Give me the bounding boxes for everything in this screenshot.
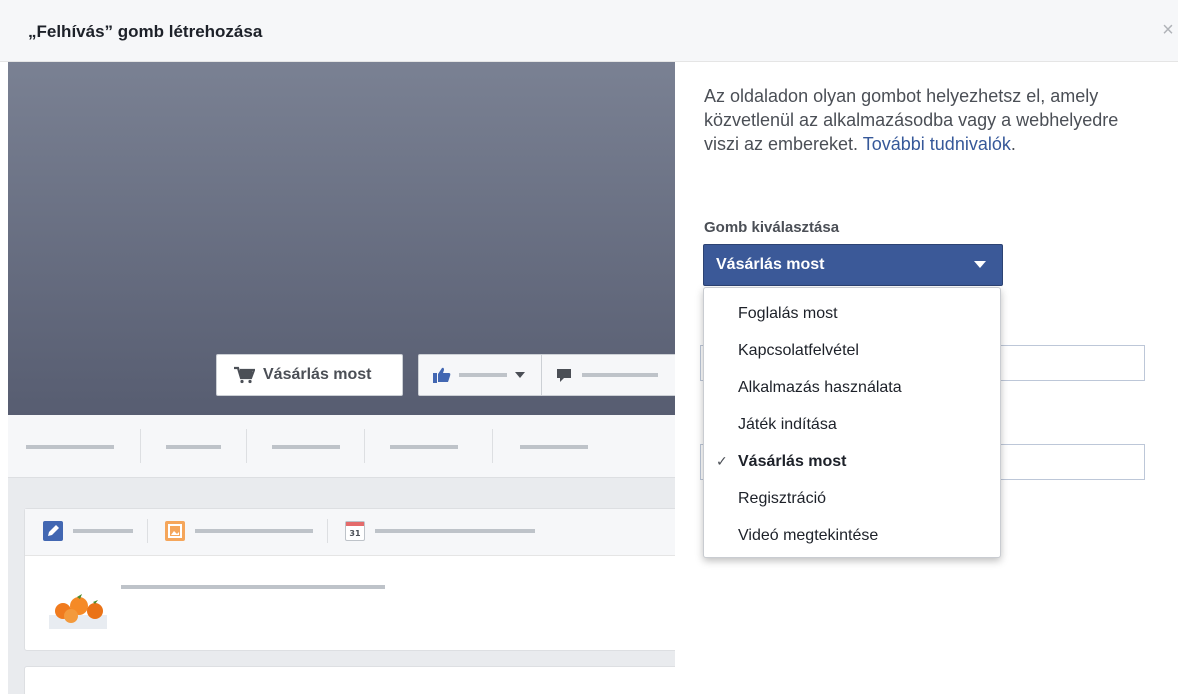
message-placeholder-bar [582, 373, 658, 377]
chevron-down-icon [515, 372, 525, 378]
option-label: Játék indítása [738, 416, 837, 433]
calendar-icon: 31 [345, 521, 365, 541]
option-label: Kapcsolatfelvétel [738, 342, 859, 359]
description-text: Az oldaladon olyan gombot helyezhetsz el… [704, 84, 1154, 156]
tab-divider [147, 519, 148, 543]
button-type-select[interactable]: Vásárlás most [703, 244, 1003, 286]
message-button-placeholder [542, 354, 675, 396]
nav-divider [140, 429, 141, 463]
button-type-dropdown: Foglalás most Kapcsolatfelvétel Alkalmaz… [703, 287, 1001, 558]
fruit-avatar [49, 594, 107, 629]
learn-more-link[interactable]: További tudnivalók [863, 134, 1011, 154]
dropdown-option[interactable]: Foglalás most [704, 295, 1000, 332]
thumbs-up-icon [433, 367, 451, 383]
calendar-icon-text: 31 [349, 529, 361, 538]
cta-preview-button: Vásárlás most [216, 354, 403, 396]
option-label: Foglalás most [738, 305, 838, 322]
option-label: Regisztráció [738, 490, 827, 507]
like-placeholder-bar [459, 373, 507, 377]
pencil-icon [43, 521, 63, 541]
nav-placeholder-bar [520, 445, 588, 449]
shopping-cart-icon [234, 366, 255, 384]
selected-value: Vásárlás most [716, 256, 825, 273]
dropdown-option-selected[interactable]: ✓ Vásárlás most [704, 443, 1000, 480]
tab-placeholder-bar [375, 529, 535, 533]
learn-more-suffix: . [1010, 134, 1016, 154]
tab-divider [327, 519, 328, 543]
tab-placeholder-bar [195, 529, 313, 533]
checkmark-icon: ✓ [716, 453, 728, 469]
dialog-title: „Felhívás” gomb létrehozása [28, 22, 263, 41]
composer-placeholder-bar [121, 585, 385, 589]
caret-down-icon [974, 261, 986, 268]
option-label: Videó megtekintése [738, 527, 879, 544]
nav-placeholder-bar [26, 445, 114, 449]
dropdown-option[interactable]: Játék indítása [704, 406, 1000, 443]
page-preview: Vásárlás most 31 [8, 62, 675, 694]
close-icon[interactable]: × [1160, 18, 1176, 42]
nav-placeholder-bar [166, 445, 221, 449]
composer-tabs: 31 [25, 509, 675, 556]
page-nav-placeholder [8, 415, 675, 478]
nav-divider [492, 429, 493, 463]
photo-icon [165, 521, 185, 541]
dropdown-option[interactable]: Alkalmazás használata [704, 369, 1000, 406]
message-icon [557, 368, 571, 382]
tab-placeholder-bar [73, 529, 133, 533]
nav-placeholder-bar [272, 445, 340, 449]
dialog-header: „Felhívás” gomb létrehozása × [0, 0, 1178, 62]
composer-placeholder: 31 [24, 508, 675, 651]
cta-preview-label: Vásárlás most [263, 366, 372, 383]
nav-divider [246, 429, 247, 463]
nav-placeholder-bar [390, 445, 458, 449]
dropdown-option[interactable]: Regisztráció [704, 480, 1000, 517]
option-label: Alkalmazás használata [738, 379, 902, 396]
like-button-placeholder [418, 354, 542, 396]
option-label: Vásárlás most [738, 453, 847, 470]
nav-divider [364, 429, 365, 463]
dropdown-option[interactable]: Kapcsolatfelvétel [704, 332, 1000, 369]
button-select-label: Gomb kiválasztása [704, 219, 840, 236]
next-card-placeholder [24, 666, 675, 694]
dropdown-option[interactable]: Videó megtekintése [704, 517, 1000, 554]
